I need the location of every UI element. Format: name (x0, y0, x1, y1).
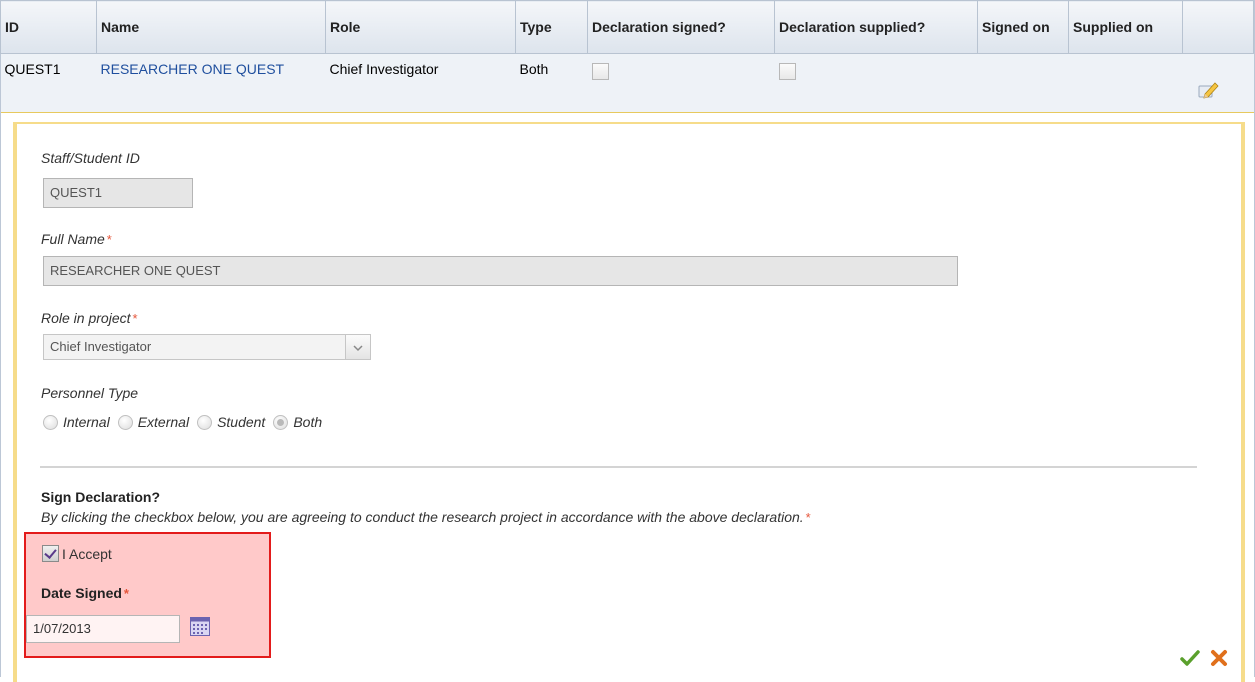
required-marker: * (123, 586, 129, 601)
cell-type: Both (515, 53, 588, 113)
role-select-value: Chief Investigator (50, 339, 152, 354)
required-marker: * (132, 311, 138, 326)
cell-declaration-signed (587, 53, 775, 113)
personnel-table: ID Name Role Type Declaration signed? De… (0, 0, 1254, 113)
full-name-label-text: Full Name (41, 231, 105, 247)
personnel-type-label: Personnel Type (41, 385, 139, 401)
table-header-row: ID Name Role Type Declaration signed? De… (0, 0, 1254, 54)
radio-external-label: External (137, 414, 190, 430)
col-header-supplied-on[interactable]: Supplied on (1068, 0, 1183, 54)
cell-role: Chief Investigator (325, 53, 516, 113)
section-divider (40, 466, 1197, 468)
accept-checkbox[interactable] (42, 545, 59, 562)
declaration-supplied-checkbox (778, 63, 796, 80)
required-marker: * (106, 232, 112, 247)
cell-id: QUEST1 (0, 53, 97, 113)
radio-internal[interactable] (43, 414, 58, 430)
orange-x-icon[interactable] (1209, 648, 1229, 668)
personnel-type-radio-group: Internal External Student Both (43, 414, 330, 430)
calendar-icon[interactable] (190, 617, 210, 636)
col-header-actions (1182, 0, 1254, 54)
declaration-signed-checkbox (591, 63, 609, 80)
cell-declaration-supplied (774, 53, 978, 113)
cell-name: RESEARCHER ONE QUEST (96, 53, 326, 113)
sign-declaration-title: Sign Declaration? (41, 489, 161, 505)
col-header-name[interactable]: Name (96, 0, 326, 54)
col-header-declaration-supplied[interactable]: Declaration supplied? (774, 0, 978, 54)
accept-checkbox-row: I Accept (42, 545, 112, 562)
date-signed-label-text: Date Signed (41, 585, 122, 601)
radio-external[interactable] (117, 414, 133, 430)
cell-supplied-on (1068, 53, 1183, 113)
col-header-type[interactable]: Type (515, 0, 588, 54)
col-header-id[interactable]: ID (0, 0, 97, 54)
green-check-icon[interactable] (1180, 649, 1200, 667)
sign-declaration-text-body: By clicking the checkbox below, you are … (41, 509, 804, 525)
radio-internal-label: Internal (63, 414, 110, 430)
researcher-name-link[interactable]: RESEARCHER ONE QUEST (101, 61, 285, 77)
role-select-dropdown-button[interactable] (345, 335, 370, 359)
radio-both[interactable] (273, 414, 289, 430)
staff-id-input[interactable]: QUEST1 (43, 178, 193, 208)
col-header-role[interactable]: Role (325, 0, 516, 54)
role-label: Role in project * (41, 310, 138, 326)
table-row[interactable]: QUEST1 RESEARCHER ONE QUEST Chief Invest… (0, 53, 1254, 113)
cell-signed-on (977, 53, 1069, 113)
col-header-signed-on[interactable]: Signed on (977, 0, 1069, 54)
sign-declaration-text: By clicking the checkbox below, you are … (41, 509, 1181, 525)
full-name-input[interactable]: RESEARCHER ONE QUEST (43, 256, 958, 286)
required-marker: * (805, 510, 811, 525)
role-select[interactable]: Chief Investigator (43, 334, 371, 360)
chevron-down-icon (353, 345, 363, 352)
pencil-edit-icon[interactable] (1197, 80, 1219, 100)
radio-student[interactable] (197, 414, 213, 430)
radio-both-label: Both (293, 414, 323, 430)
staff-id-label: Staff/Student ID (41, 150, 140, 166)
date-signed-input[interactable]: 1/07/2013 (26, 615, 180, 643)
full-name-label: Full Name * (41, 231, 112, 247)
accept-label: I Accept (62, 545, 112, 562)
date-signed-label: Date Signed * (41, 585, 129, 601)
radio-student-label: Student (217, 414, 266, 430)
role-label-text: Role in project (41, 310, 131, 326)
col-header-declaration-signed[interactable]: Declaration signed? (587, 0, 775, 54)
